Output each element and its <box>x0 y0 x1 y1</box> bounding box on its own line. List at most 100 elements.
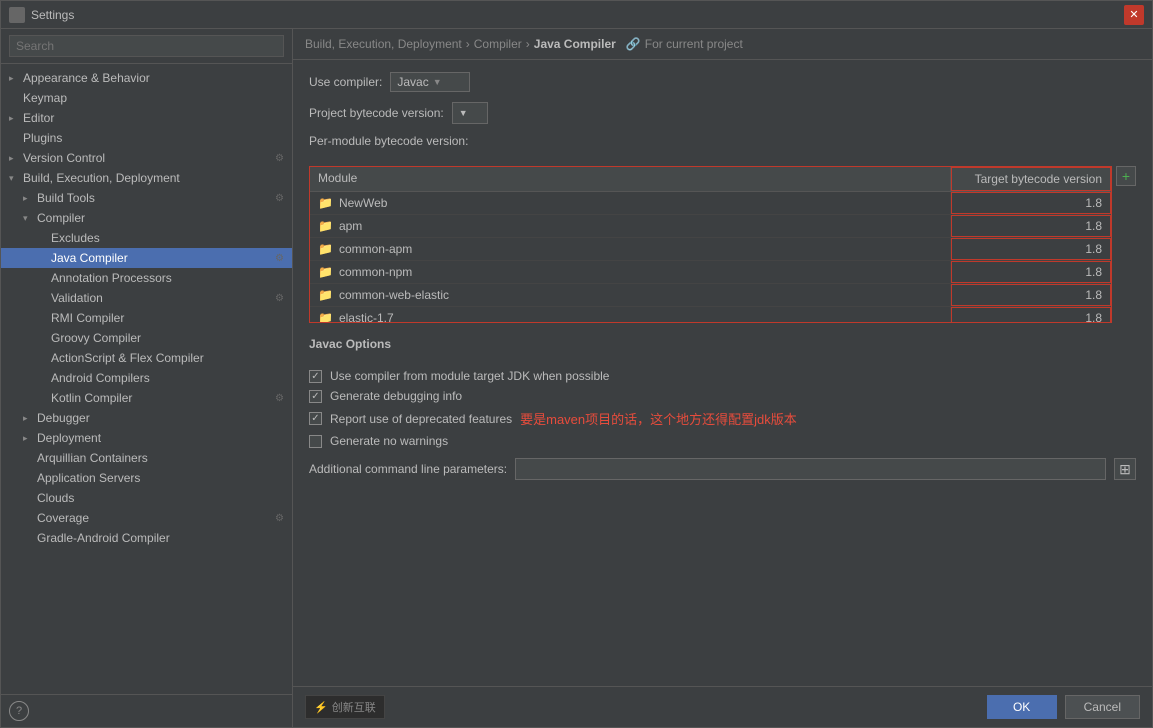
table-sidebar: + <box>1116 166 1136 323</box>
sidebar-item-build-execution[interactable]: ▾Build, Execution, Deployment <box>1 168 292 188</box>
module-col: 📁 common-npm <box>310 261 951 283</box>
table-body: 📁NewWeb1.8📁apm1.8📁common-apm1.8📁common-n… <box>310 192 1111 322</box>
sidebar-item-label-annotation-processors: Annotation Processors <box>51 271 284 285</box>
sidebar-item-label-kotlin-compiler: Kotlin Compiler <box>51 391 271 405</box>
checkbox-label-use-module-target: Use compiler from module target JDK when… <box>330 369 609 383</box>
checkbox-row-no-warnings: Generate no warnings <box>309 434 1136 448</box>
sidebar-item-debugger[interactable]: ▸Debugger <box>1 408 292 428</box>
table-row[interactable]: 📁apm1.8 <box>310 215 1111 238</box>
for-current-project: For current project <box>645 37 743 51</box>
sidebar-item-excludes[interactable]: Excludes <box>1 228 292 248</box>
ok-button[interactable]: OK <box>987 695 1057 719</box>
table-row[interactable]: 📁elastic-1.71.8 <box>310 307 1111 322</box>
help-button[interactable]: ? <box>9 701 29 721</box>
folder-icon: 📁 <box>318 196 333 210</box>
sidebar-item-compiler[interactable]: ▾Compiler <box>1 208 292 228</box>
settings-icon-kotlin-compiler: ⚙ <box>275 393 284 404</box>
table-row[interactable]: 📁 common-npm 1.8 <box>310 261 1111 284</box>
bottom-bar: ⚡ 创新互联 OK Cancel <box>293 686 1152 727</box>
expand-icon-deployment: ▸ <box>23 433 37 444</box>
settings-window: Settings ✕ ▸Appearance & BehaviorKeymap▸… <box>0 0 1153 728</box>
sidebar-item-label-actionscript-flex: ActionScript & Flex Compiler <box>51 351 284 365</box>
sidebar-item-kotlin-compiler[interactable]: Kotlin Compiler ⚙ <box>1 388 292 408</box>
sidebar-item-java-compiler[interactable]: Java Compiler⚙ <box>1 248 292 268</box>
sidebar-item-rmi-compiler[interactable]: RMI Compiler <box>1 308 292 328</box>
expand-icon-editor: ▸ <box>9 113 23 124</box>
settings-icon-coverage: ⚙ <box>275 513 284 524</box>
expand-icon-build-tools: ▸ <box>23 193 37 204</box>
use-compiler-select[interactable]: Javac ▼ <box>390 72 470 92</box>
checkbox-report-deprecated[interactable] <box>309 412 322 425</box>
link-icon: 🔗 <box>626 37 641 51</box>
sidebar-item-annotation-processors[interactable]: Annotation Processors <box>1 268 292 288</box>
content-area: ▸Appearance & Behavior Keymap ▸Editor Plugi… <box>1 29 1152 727</box>
close-button[interactable]: ✕ <box>1124 5 1144 25</box>
sidebar-item-label-plugins: Plugins <box>23 131 284 145</box>
sidebar-item-version-control[interactable]: ▸Version Control⚙ <box>1 148 292 168</box>
sidebar-item-label-clouds: Clouds <box>37 491 284 505</box>
sidebar-item-label-excludes: Excludes <box>51 231 284 245</box>
module-name: apm <box>339 219 362 233</box>
sidebar-item-actionscript-flex[interactable]: ActionScript & Flex Compiler <box>1 348 292 368</box>
sidebar-item-keymap[interactable]: Keymap <box>1 88 292 108</box>
checkbox-label-no-warnings: Generate no warnings <box>330 434 448 448</box>
sidebar-item-deployment[interactable]: ▸Deployment <box>1 428 292 448</box>
project-bytecode-select[interactable]: ▼ <box>452 102 488 124</box>
checkbox-no-warnings[interactable] <box>309 435 322 448</box>
sidebar-item-plugins[interactable]: Plugins <box>1 128 292 148</box>
breadcrumb-sep2: › <box>526 37 530 51</box>
module-name: NewWeb <box>339 196 387 210</box>
module-col: 📁elastic-1.7 <box>310 307 951 322</box>
checkbox-generate-debug[interactable] <box>309 390 322 403</box>
sidebar-item-label-groovy-compiler: Groovy Compiler <box>51 331 284 345</box>
search-input[interactable] <box>9 35 284 57</box>
sidebar-item-clouds[interactable]: Clouds <box>1 488 292 508</box>
sidebar-item-label-application-servers: Application Servers <box>37 471 284 485</box>
sidebar-item-groovy-compiler[interactable]: Groovy Compiler <box>1 328 292 348</box>
expand-icon-debugger: ▸ <box>23 413 37 424</box>
sidebar-item-coverage[interactable]: Coverage ⚙ <box>1 508 292 528</box>
main-panel: Build, Execution, Deployment › Compiler … <box>293 29 1152 727</box>
checkbox-row-use-module-target: Use compiler from module target JDK when… <box>309 369 1136 383</box>
sidebar-item-appearance[interactable]: ▸Appearance & Behavior <box>1 68 292 88</box>
settings-icon-validation: ⚙ <box>275 293 284 304</box>
sidebar-tree: ▸Appearance & Behavior Keymap ▸Editor Plugi… <box>1 64 292 694</box>
sidebar-item-arquillian-containers[interactable]: Arquillian Containers <box>1 448 292 468</box>
sidebar-item-application-servers[interactable]: Application Servers <box>1 468 292 488</box>
target-version-col: 1.8 <box>951 238 1111 260</box>
sidebar-item-label-compiler: Compiler <box>37 211 284 225</box>
folder-icon: 📁 <box>318 242 333 256</box>
sidebar-item-build-tools[interactable]: ▸Build Tools⚙ <box>1 188 292 208</box>
window-icon <box>9 7 25 23</box>
cmdline-expand-button[interactable]: ⊞ <box>1114 458 1136 480</box>
bytecode-arrow: ▼ <box>459 108 468 118</box>
module-name: common-npm <box>339 265 412 279</box>
watermark-text: ⚡ <box>314 701 328 714</box>
cancel-button[interactable]: Cancel <box>1065 695 1140 719</box>
cmdline-input[interactable] <box>515 458 1106 480</box>
sidebar-item-label-arquillian-containers: Arquillian Containers <box>37 451 284 465</box>
table-row[interactable]: 📁NewWeb1.8 <box>310 192 1111 215</box>
sidebar-item-gradle-android[interactable]: Gradle-Android Compiler <box>1 528 292 548</box>
sidebar-item-label-keymap: Keymap <box>23 91 284 105</box>
use-compiler-row: Use compiler: Javac ▼ <box>309 72 1136 92</box>
sidebar: ▸Appearance & Behavior Keymap ▸Editor Plugi… <box>1 29 293 727</box>
settings-icon-version-control: ⚙ <box>275 153 284 164</box>
folder-icon: 📁 <box>318 265 333 279</box>
sidebar-item-label-android-compilers: Android Compilers <box>51 371 284 385</box>
module-col: 📁apm <box>310 215 951 237</box>
target-version-col: 1.8 <box>951 261 1111 283</box>
sidebar-item-editor[interactable]: ▸Editor <box>1 108 292 128</box>
module-col: 📁 NewWeb <box>310 192 951 214</box>
checkbox-row-generate-debug: Generate debugging info <box>309 389 1136 403</box>
add-module-button[interactable]: + <box>1116 166 1136 186</box>
sidebar-item-label-coverage: Coverage <box>37 511 271 525</box>
table-row[interactable]: 📁common-web-elastic1.8 <box>310 284 1111 307</box>
table-row[interactable]: 📁common-apm1.8 <box>310 238 1111 261</box>
sidebar-item-validation[interactable]: Validation⚙ <box>1 288 292 308</box>
table-header: Module Target bytecode version <box>310 167 1111 192</box>
watermark-label: 创新互联 <box>332 699 376 715</box>
checkbox-use-module-target[interactable] <box>309 370 322 383</box>
sidebar-item-label-java-compiler: Java Compiler <box>51 251 271 265</box>
sidebar-item-android-compilers[interactable]: Android Compilers <box>1 368 292 388</box>
